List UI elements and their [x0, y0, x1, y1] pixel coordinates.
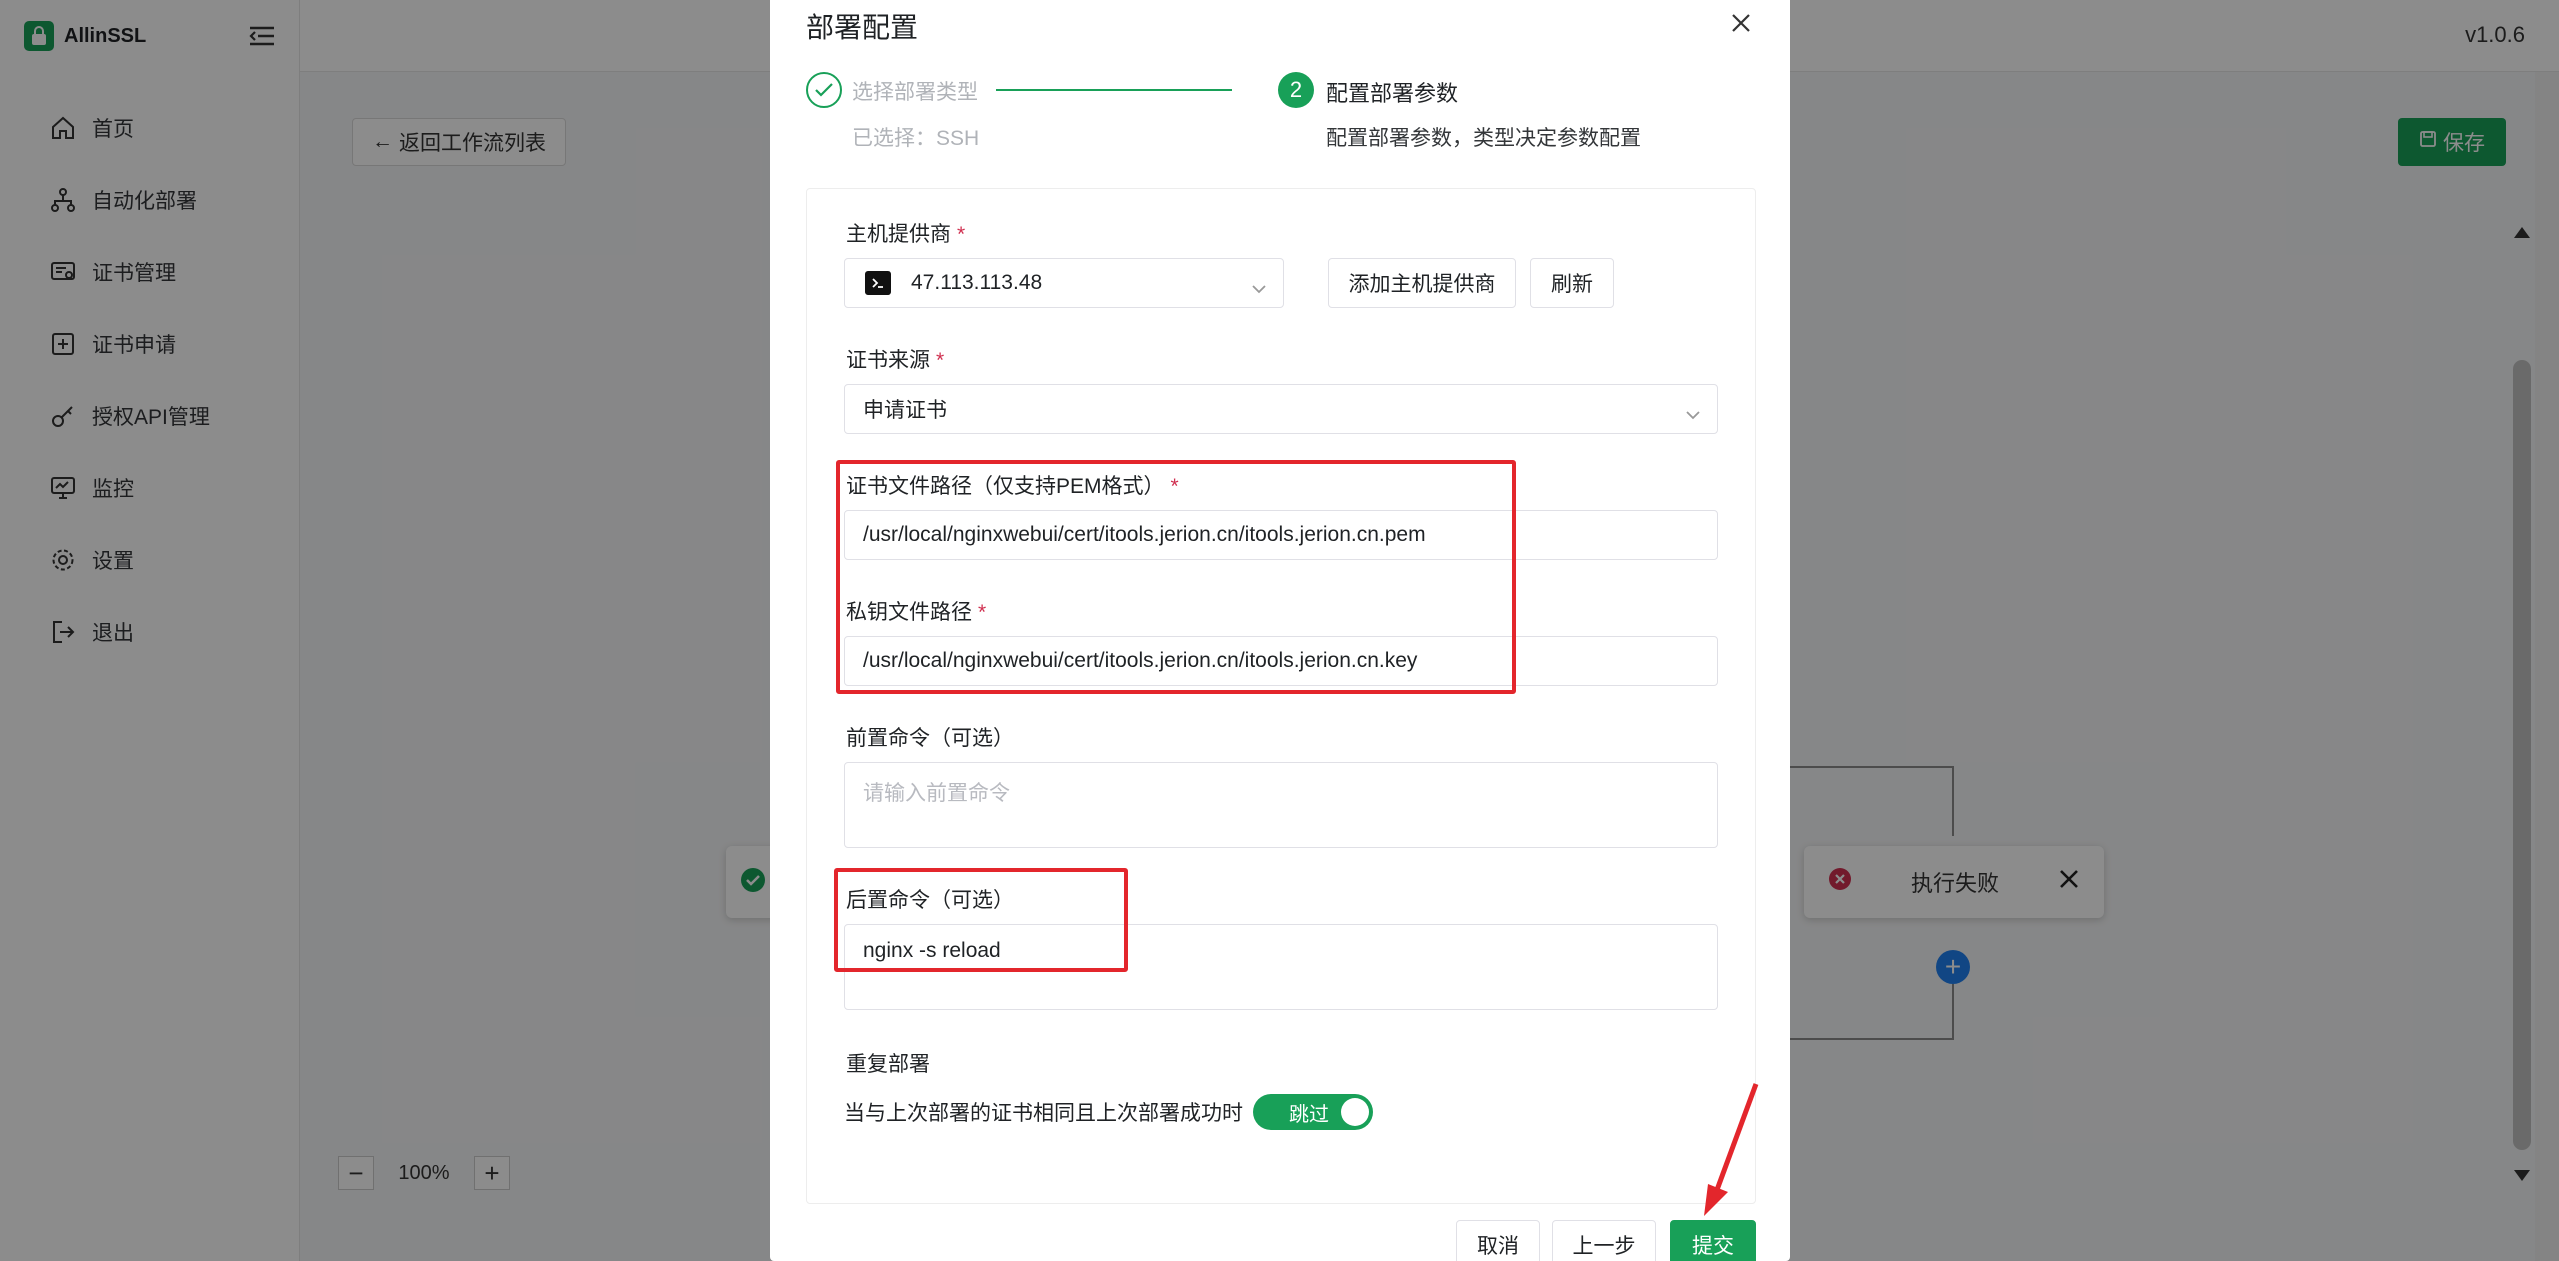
cert-source-label: 证书来源 * [846, 349, 945, 372]
pre-command-label: 前置命令（可选） [846, 727, 1014, 750]
step-1-desc: 已选择：SSH [852, 127, 980, 150]
deploy-config-modal: 部署配置 选择部署类型 已选择：SSH 2 配置部署参数 配置部署参数，类型决定… [770, 0, 1790, 1261]
highlight-box-paths [836, 460, 1516, 694]
host-provider-select[interactable]: 47.113.113.48 [844, 258, 1284, 308]
switch-knob [1341, 1098, 1369, 1126]
switch-label: 跳过 [1289, 1103, 1329, 1126]
highlight-box-post-command [834, 868, 1128, 972]
cert-source-select[interactable]: 申请证书 [844, 384, 1718, 434]
refresh-button[interactable]: 刷新 [1530, 258, 1614, 308]
step-1-title: 选择部署类型 [852, 81, 978, 104]
redeploy-desc: 当与上次部署的证书相同且上次部署成功时 [844, 1102, 1243, 1125]
form-card [806, 188, 1756, 1204]
pre-command-placeholder: 请输入前置命令 [863, 782, 1010, 805]
chevron-down-icon [1251, 277, 1267, 294]
add-host-provider-button[interactable]: 添加主机提供商 [1328, 258, 1516, 308]
close-icon[interactable] [1726, 8, 1756, 38]
skip-redeploy-switch[interactable]: 跳过 [1253, 1094, 1373, 1130]
step-done-check-icon [806, 72, 842, 108]
chevron-down-icon [1685, 403, 1701, 420]
prev-step-button[interactable]: 上一步 [1552, 1220, 1656, 1261]
step-2-title: 配置部署参数 [1326, 81, 1459, 106]
step-2-indicator: 2 [1278, 72, 1314, 108]
modal-title: 部署配置 [806, 12, 919, 43]
required-mark: * [957, 223, 966, 246]
terminal-icon [865, 271, 891, 295]
submit-button[interactable]: 提交 [1670, 1220, 1756, 1261]
redeploy-label: 重复部署 [846, 1053, 930, 1076]
annotation-arrow [1704, 1083, 1759, 1216]
step-connector [996, 89, 1232, 91]
cert-source-value: 申请证书 [863, 399, 947, 422]
cancel-button[interactable]: 取消 [1456, 1220, 1540, 1261]
pre-command-textarea[interactable]: 请输入前置命令 [844, 762, 1718, 848]
host-provider-value: 47.113.113.48 [911, 271, 1043, 294]
step-2-desc: 配置部署参数，类型决定参数配置 [1326, 127, 1641, 150]
required-mark: * [936, 349, 945, 372]
redeploy-row: 当与上次部署的证书相同且上次部署成功时 跳过 [844, 1094, 1373, 1130]
host-provider-label: 主机提供商 * [846, 223, 966, 246]
